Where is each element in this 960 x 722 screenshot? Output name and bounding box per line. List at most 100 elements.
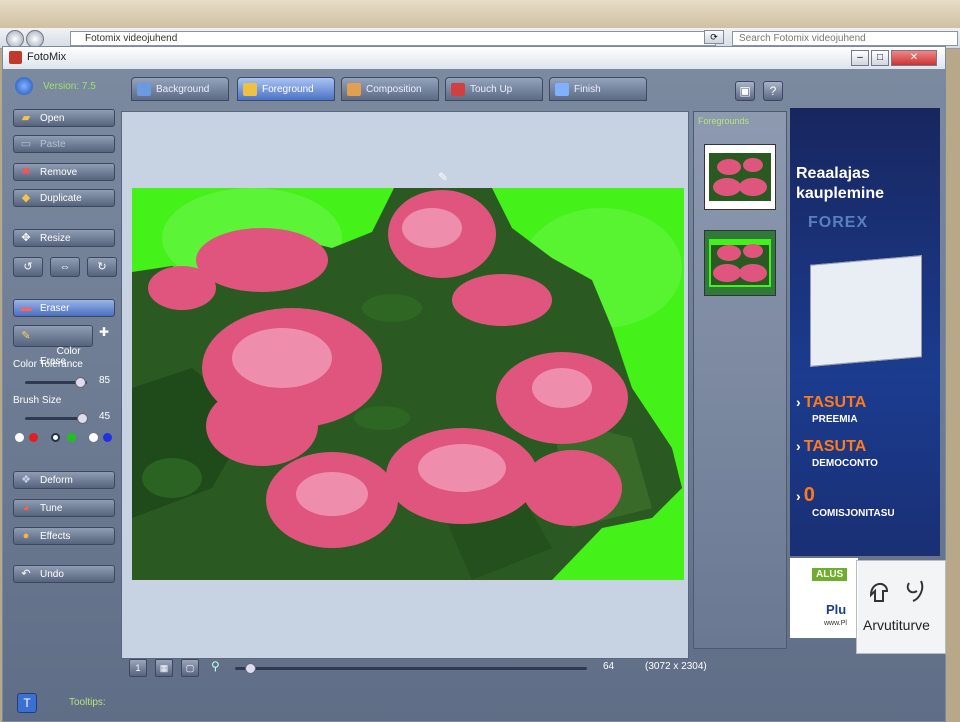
brush-size-slider[interactable]: [25, 413, 88, 424]
tooltips-icon[interactable]: T: [17, 693, 37, 713]
ad-item-big: TASUTA: [803, 438, 867, 455]
color-erase-button[interactable]: ✎ Color Erase: [13, 325, 93, 367]
arvutiturve-watermark: Arvutiturve: [856, 560, 946, 654]
undo-icon: ↶: [21, 568, 31, 580]
tune-label: Tune: [40, 503, 63, 514]
white-dot-icon[interactable]: [89, 433, 98, 442]
undo-button[interactable]: ↶ Undo: [13, 565, 115, 583]
brush-size-label: Brush Size: [13, 395, 62, 406]
brush-presets: [13, 433, 115, 443]
version-label: Version: 7.5: [43, 81, 96, 92]
resize-button[interactable]: ✥ Resize: [13, 229, 115, 247]
tab-label: Composition: [366, 84, 422, 95]
foreground-photo[interactable]: [132, 188, 684, 580]
foregrounds-panel: Foregrounds: [693, 111, 787, 649]
color-picker-icon[interactable]: ✚: [99, 325, 115, 347]
eraser-icon: ▬: [20, 302, 32, 314]
ad-url: www.Pl: [824, 620, 847, 627]
browser-search-input[interactable]: Search Fotomix videojuhend: [732, 31, 958, 46]
tab-label: Foreground: [262, 84, 314, 95]
address-bar[interactable]: Fotomix videojuhend: [70, 31, 716, 46]
view-toolbar: 1 ▦ ▢ ⚲ 64 (3072 x 2304): [121, 659, 785, 681]
tab-background[interactable]: Background: [131, 77, 229, 101]
remove-button[interactable]: ✖ Remove: [13, 163, 115, 181]
arrow-right-icon: ›: [796, 438, 801, 454]
tab-touch-up[interactable]: Touch Up: [445, 77, 543, 101]
foreground-thumbnail-selected[interactable]: [704, 230, 776, 296]
green-dot-icon[interactable]: [67, 433, 76, 442]
color-tolerance-value: 85: [99, 375, 111, 386]
editing-canvas[interactable]: ✎: [121, 111, 689, 659]
resize-icon: ✥: [21, 232, 31, 244]
blue-dot-icon[interactable]: [103, 433, 112, 442]
transform-buttons: ↺ ⇔ ↻: [13, 257, 117, 277]
duplicate-button[interactable]: ◆ Duplicate: [13, 189, 115, 207]
ring-icon[interactable]: [51, 433, 60, 442]
fotomix-logo-icon: [9, 51, 22, 64]
fullscreen-icon[interactable]: ▢: [181, 659, 199, 677]
minimize-icon[interactable]: –: [851, 50, 869, 66]
tab-foreground[interactable]: Foreground: [237, 77, 335, 101]
slider-thumb[interactable]: [75, 377, 86, 388]
arrow-right-icon: ›: [796, 394, 801, 410]
touch-up-tab-icon: [451, 83, 465, 96]
ad-item-3: › 0 COMISJONITASU: [796, 484, 895, 519]
deform-icon: ❖: [21, 474, 31, 486]
eraser-button[interactable]: ▬ Eraser: [13, 299, 115, 317]
pen-cursor-icon: ✎: [438, 170, 449, 184]
paste-label: Paste: [40, 139, 66, 150]
white-dot-icon[interactable]: [15, 433, 24, 442]
tab-label: Finish: [574, 84, 601, 95]
brush-size-value: 45: [99, 411, 111, 422]
tune-icon: ◕: [22, 502, 30, 514]
ad-bottom-banner[interactable]: ALUS Plu www.Pl: [790, 558, 858, 638]
paste-button[interactable]: ▭ Paste: [13, 135, 115, 153]
fit-window-icon[interactable]: ▦: [155, 659, 173, 677]
image-dimensions: (3072 x 2304): [645, 661, 707, 672]
color-tolerance-slider[interactable]: [25, 377, 87, 388]
duplicate-icon: ◆: [21, 192, 31, 204]
zoom-icon: ⚲: [211, 659, 220, 673]
zoom-slider-thumb[interactable]: [245, 663, 256, 674]
deform-button[interactable]: ❖ Deform: [13, 471, 115, 489]
zoom-value: 64: [603, 661, 615, 672]
ad-item-2: › TASUTA DEMOCONTO: [796, 438, 878, 469]
rotate-right-icon[interactable]: ↻: [87, 257, 117, 277]
ad-item-1: › TASUTA PREEMIA: [796, 394, 866, 425]
tab-composition[interactable]: Composition: [341, 77, 439, 101]
forex-advertisement[interactable]: Reaalajas kauplemine FOREX › TASUTA PREE…: [790, 108, 940, 556]
ad-forex: FOREX: [808, 214, 869, 231]
help-icon[interactable]: ?: [763, 81, 783, 101]
thumbnail-image: [709, 239, 771, 287]
refresh-icon[interactable]: ⟳: [704, 30, 724, 44]
ad-item-small: DEMOCONTO: [812, 458, 878, 469]
foreground-thumbnail[interactable]: [704, 144, 776, 210]
color-tolerance-label: Color Tolerance: [13, 359, 83, 370]
tune-button[interactable]: ◕ Tune: [13, 499, 115, 517]
ad-item-small: COMISJONITASU: [812, 508, 895, 519]
flip-horizontal-icon[interactable]: ⇔: [50, 257, 80, 277]
close-icon[interactable]: ✕: [891, 50, 937, 66]
slider-thumb[interactable]: [77, 413, 88, 424]
duplicate-label: Duplicate: [40, 193, 82, 204]
thumbnail-image: [709, 153, 771, 201]
ad-line-1: Reaalajas: [796, 165, 870, 182]
rotate-left-icon[interactable]: ↺: [13, 257, 43, 277]
open-button[interactable]: ▰ Open: [13, 109, 115, 127]
maximize-icon[interactable]: □: [871, 50, 889, 66]
effects-button[interactable]: ● Effects: [13, 527, 115, 545]
zoom-slider[interactable]: [235, 663, 587, 674]
remove-label: Remove: [40, 167, 78, 178]
save-icon[interactable]: ▣: [735, 81, 755, 101]
red-dot-icon[interactable]: [29, 433, 38, 442]
ad-brand: Plu: [826, 602, 847, 617]
foregrounds-header: Foregrounds: [698, 116, 750, 126]
window-titlebar: FotoMix – □ ✕: [3, 47, 945, 70]
tooltips-label: Tooltips:: [69, 697, 106, 708]
remove-icon: ✖: [21, 166, 31, 178]
eraser-label: Eraser: [40, 303, 70, 314]
ad-item-small: PREEMIA: [812, 414, 858, 425]
tab-finish[interactable]: Finish: [549, 77, 647, 101]
ad-chart-image: [810, 255, 922, 367]
actual-size-icon[interactable]: 1: [129, 659, 147, 677]
